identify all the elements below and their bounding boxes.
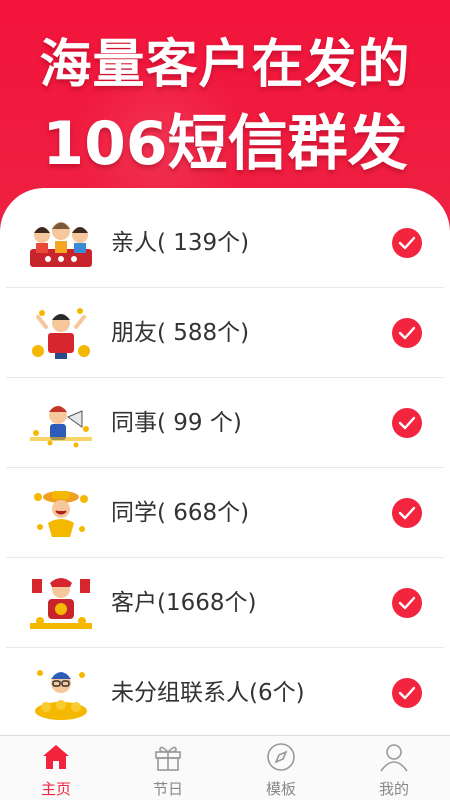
check-icon[interactable] — [392, 318, 422, 348]
group-label: 未分组联系人(6个) — [111, 680, 305, 706]
list-item-classmates[interactable]: 同学( 668个) — [6, 468, 444, 558]
list-item-clients[interactable]: 客户(1668个) — [6, 558, 444, 648]
check-icon[interactable] — [392, 498, 422, 528]
check-icon[interactable] — [392, 408, 422, 438]
group-label: 同学( 668个) — [111, 500, 250, 526]
friend-illustration-icon — [32, 308, 90, 359]
classmate-illustration-icon — [34, 491, 88, 537]
bottom-tab-bar: 主页 节日 模板 我的 — [0, 735, 450, 800]
banner-title-line2: 106短信群发 — [42, 109, 408, 179]
check-icon[interactable] — [392, 228, 422, 258]
home-icon — [43, 745, 69, 769]
group-label: 同事( 99 个) — [111, 410, 242, 436]
client-illustration-icon — [30, 578, 92, 629]
list-item-friends[interactable]: 朋友( 588个) — [6, 288, 444, 378]
group-label: 朋友( 588个) — [111, 320, 250, 346]
list-item-ungrouped[interactable]: 未分组联系人(6个) — [6, 648, 444, 738]
tab-label: 主页 — [40, 780, 71, 798]
group-label: 客户(1668个) — [111, 590, 257, 616]
group-label: 亲人( 139个) — [111, 230, 250, 256]
banner-title-line1: 海量客户在发的 — [39, 35, 411, 95]
tab-mine[interactable]: 我的 — [338, 736, 450, 800]
check-icon[interactable] — [392, 588, 422, 618]
tab-template[interactable]: 模板 — [225, 736, 337, 800]
contact-group-list: 亲人( 139个) 朋友( 588个) 同事( 99 个) 同学(668个) … — [0, 188, 450, 738]
tab-label: 我的 — [378, 780, 409, 798]
colleague-illustration-icon — [30, 406, 92, 448]
ungrouped-illustration-icon — [35, 670, 87, 720]
list-item-family[interactable]: 亲人( 139个) — [6, 198, 444, 288]
tab-festival[interactable]: 节日 — [112, 736, 224, 800]
compass-icon — [267, 743, 295, 771]
list-item-colleagues[interactable]: 同事( 99 个) — [6, 378, 444, 468]
family-illustration-icon — [30, 222, 92, 267]
tab-label: 节日 — [152, 780, 183, 798]
tab-home[interactable]: 主页 — [0, 736, 112, 800]
user-icon — [380, 744, 408, 772]
gift-icon — [155, 746, 181, 771]
check-icon[interactable] — [392, 678, 422, 708]
tab-label: 模板 — [265, 780, 296, 798]
